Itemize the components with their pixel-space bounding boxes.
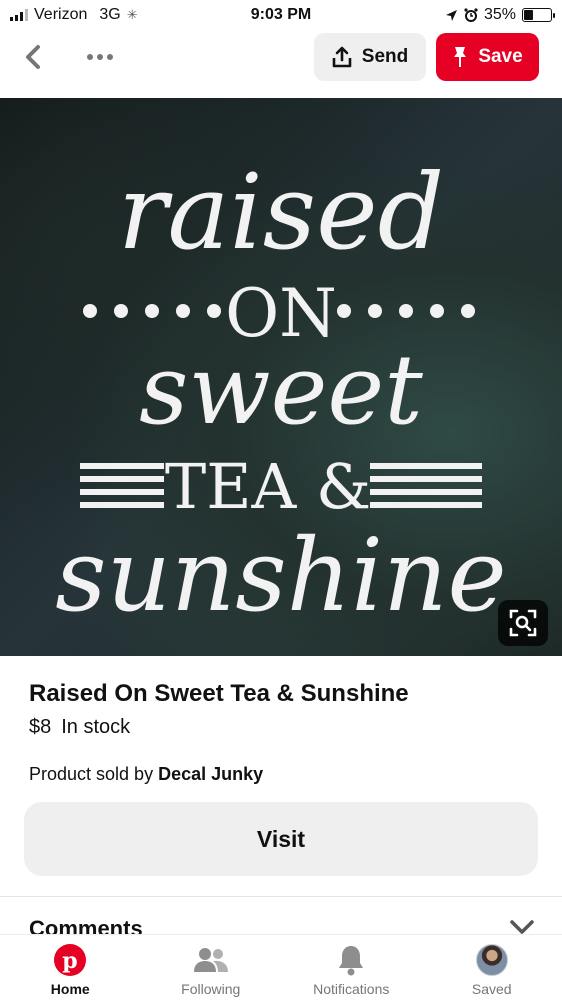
carrier: Verizon <box>34 6 88 23</box>
decal-word-sunshine: sunshine <box>55 517 506 634</box>
divider <box>0 896 562 897</box>
avatar <box>475 944 508 976</box>
stock-status: In stock <box>61 716 131 738</box>
decal-word-sweet: sweet <box>139 334 423 446</box>
top-nav: Send Save <box>0 30 562 86</box>
save-label: Save <box>478 46 523 67</box>
pin-title: Raised On Sweet Tea & Sunshine <box>29 680 409 707</box>
status-bar: Verizon 3G ✳ 9:03 PM 35% <box>0 0 562 30</box>
dot <box>107 54 113 60</box>
svg-text:p: p <box>63 948 78 974</box>
tab-label: Following <box>181 981 241 997</box>
tab-home[interactable]: p Home <box>0 935 141 1000</box>
decal-stripes-left <box>80 463 164 508</box>
status-right: 35% <box>445 6 555 24</box>
seller-prefix: Product sold by <box>29 764 154 784</box>
tab-following[interactable]: Following <box>141 935 282 1000</box>
bottom-tab-bar: p Home Following Notifications Saved <box>0 934 562 1000</box>
pinterest-logo-icon: p <box>53 943 87 977</box>
lens-search-icon <box>509 609 537 637</box>
people-icon <box>193 943 229 977</box>
share-icon <box>332 46 352 68</box>
battery-icon <box>522 8 555 22</box>
status-time: 9:03 PM <box>250 6 312 23</box>
pin-icon <box>454 47 467 67</box>
price: $8 <box>29 716 52 738</box>
decal-word-tea: TEA & <box>165 450 371 523</box>
seller-name[interactable]: Decal Junky <box>158 764 263 784</box>
tab-label: Home <box>50 981 90 997</box>
visual-search-button[interactable] <box>498 600 548 646</box>
tab-label: Saved <box>471 981 512 997</box>
decal-dots-left <box>83 304 221 318</box>
seller-info: Product sold by Decal Junky <box>29 764 263 785</box>
battery-percent: 35% <box>483 6 516 23</box>
save-button[interactable]: Save <box>436 33 539 81</box>
status-left: Verizon 3G ✳ <box>10 6 138 24</box>
tab-label: Notifications <box>313 981 390 997</box>
decal-dots-right <box>337 304 475 318</box>
bell-icon <box>337 943 365 977</box>
visit-button[interactable]: Visit <box>24 802 538 876</box>
send-button[interactable]: Send <box>314 33 426 81</box>
visit-label: Visit <box>256 825 306 852</box>
tab-notifications[interactable]: Notifications <box>281 935 422 1000</box>
send-label: Send <box>361 46 409 67</box>
alarm-icon <box>464 8 478 22</box>
tab-saved[interactable]: Saved <box>422 935 562 1000</box>
more-options-button[interactable] <box>80 42 120 72</box>
chevron-left-icon <box>26 45 40 69</box>
decal-artwork: raised ON sweet TEA & sunshine <box>55 151 506 634</box>
decal-stripes-right <box>370 463 482 508</box>
location-icon <box>445 9 457 21</box>
back-button[interactable] <box>18 42 48 72</box>
dot <box>97 54 103 60</box>
signal-icon <box>10 9 28 21</box>
dot <box>87 54 93 60</box>
pin-image[interactable]: raised ON sweet TEA & sunshine <box>0 98 562 656</box>
decal-word-raised: raised <box>118 151 444 273</box>
network-type: 3G <box>99 6 121 23</box>
price-row: $8 In stock <box>29 716 130 739</box>
activity-spinner-icon: ✳ <box>126 7 138 22</box>
